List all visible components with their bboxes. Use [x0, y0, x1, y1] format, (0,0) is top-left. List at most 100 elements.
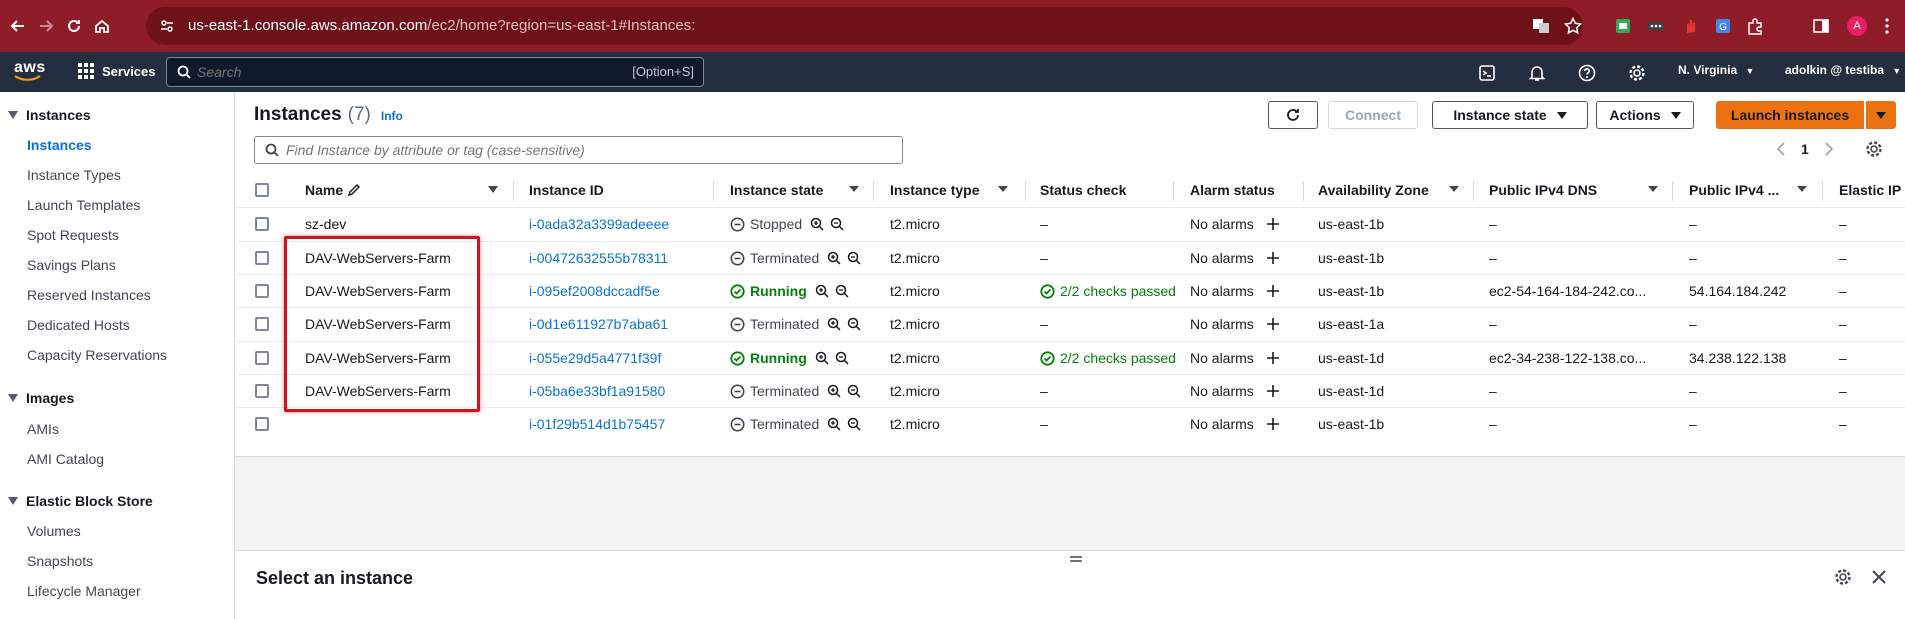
- sidebar-item-amis[interactable]: AMIs: [27, 421, 59, 437]
- sidebar-item-volumes[interactable]: Volumes: [27, 523, 81, 539]
- sidebar-section-images[interactable]: Images: [8, 390, 74, 406]
- bookmark-star-icon[interactable]: [1562, 15, 1584, 37]
- table-row[interactable]: i-01f29b514d1b75457 Terminated t2.micro – No…: [235, 407, 1905, 440]
- sidebar-item-instances[interactable]: Instances: [27, 137, 92, 153]
- zoom-in-filter-icon[interactable]: [815, 351, 829, 365]
- zoom-in-filter-icon[interactable]: [827, 251, 841, 265]
- sidebar-item-instance-types[interactable]: Instance Types: [27, 167, 121, 183]
- region-selector[interactable]: N. Virginia ▼: [1678, 63, 1754, 77]
- extension-hand-icon[interactable]: [1680, 15, 1702, 37]
- sidebar-item-launch-templates[interactable]: Launch Templates: [27, 197, 140, 213]
- instance-id-link[interactable]: i-0d1e611927b7aba61: [529, 316, 668, 332]
- column-header-instance-type[interactable]: Instance type: [890, 174, 979, 206]
- sort-caret-icon[interactable]: [1797, 186, 1807, 192]
- column-header-instance-state[interactable]: Instance state: [730, 174, 823, 206]
- zoom-in-filter-icon[interactable]: [810, 217, 824, 231]
- column-header-alarm-status[interactable]: Alarm status: [1190, 174, 1275, 206]
- launch-instances-button[interactable]: Launch instances: [1716, 101, 1864, 129]
- instance-id-link[interactable]: i-055e29d5a4771f39f: [529, 350, 661, 366]
- extensions-puzzle-icon[interactable]: [1744, 15, 1766, 37]
- services-button[interactable]: Services: [78, 63, 156, 79]
- select-all-checkbox[interactable]: [255, 183, 269, 197]
- zoom-out-filter-icon[interactable]: [835, 351, 849, 365]
- instance-id-link[interactable]: i-095ef2008dccadf5e: [529, 283, 660, 299]
- instance-id-link[interactable]: i-05ba6e33bf1a91580: [529, 383, 665, 399]
- extension-translate-icon[interactable]: G: [1712, 15, 1734, 37]
- zoom-out-filter-icon[interactable]: [847, 251, 861, 265]
- chevron-right-icon[interactable]: [1823, 142, 1835, 156]
- global-search-input[interactable]: [197, 64, 597, 80]
- extension-dots-icon[interactable]: [1645, 15, 1667, 37]
- instance-filter[interactable]: [254, 136, 903, 164]
- zoom-out-filter-icon[interactable]: [830, 217, 844, 231]
- page-number[interactable]: 1: [1801, 141, 1809, 157]
- row-checkbox[interactable]: [255, 351, 269, 365]
- site-info-icon[interactable]: [158, 17, 176, 35]
- add-alarm-icon[interactable]: [1266, 317, 1280, 331]
- table-row[interactable]: sz-dev i-0ada32a3399adeeee Stopped t2.micro…: [235, 207, 1905, 240]
- home-icon[interactable]: [90, 14, 114, 38]
- zoom-in-filter-icon[interactable]: [827, 384, 841, 398]
- sidebar-item-capacity-reservations[interactable]: Capacity Reservations: [27, 347, 167, 363]
- row-checkbox[interactable]: [255, 384, 269, 398]
- sidebar-item-dedicated-hosts[interactable]: Dedicated Hosts: [27, 317, 130, 333]
- refresh-button[interactable]: [1268, 101, 1318, 129]
- table-row[interactable]: DAV-WebServers-Farm i-055e29d5a4771f39f Ru…: [235, 341, 1905, 374]
- sidebar-item-spot-requests[interactable]: Spot Requests: [27, 227, 119, 243]
- sidebar-item-snapshots[interactable]: Snapshots: [27, 553, 93, 569]
- zoom-in-filter-icon[interactable]: [827, 317, 841, 331]
- help-icon[interactable]: [1576, 62, 1598, 84]
- settings-gear-icon[interactable]: [1626, 62, 1648, 84]
- column-header-instance-id[interactable]: Instance ID: [529, 174, 604, 206]
- sort-caret-icon[interactable]: [1449, 186, 1459, 192]
- sidebar-item-lifecycle-manager[interactable]: Lifecycle Manager: [27, 583, 141, 599]
- instance-id-link[interactable]: i-00472632555b78311: [529, 250, 668, 266]
- launch-instances-dropdown[interactable]: [1866, 101, 1896, 129]
- column-header-name[interactable]: Name: [305, 174, 361, 206]
- global-search[interactable]: [Option+S]: [166, 57, 704, 87]
- row-checkbox[interactable]: [255, 284, 269, 298]
- close-icon[interactable]: [1871, 569, 1887, 585]
- sidebar-item-savings-plans[interactable]: Savings Plans: [27, 257, 116, 273]
- chevron-left-icon[interactable]: [1775, 142, 1787, 156]
- table-row[interactable]: DAV-WebServers-Farm i-0d1e611927b7aba61 Te…: [235, 307, 1905, 340]
- add-alarm-icon[interactable]: [1266, 384, 1280, 398]
- sidebar-section-instances[interactable]: Instances: [8, 107, 91, 123]
- account-menu[interactable]: adolkin @ testiba ▼: [1785, 63, 1901, 77]
- add-alarm-icon[interactable]: [1266, 351, 1280, 365]
- extension-sheets-icon[interactable]: [1612, 15, 1634, 37]
- aws-logo[interactable]: aws: [14, 59, 46, 81]
- instance-filter-input[interactable]: [286, 142, 866, 158]
- zoom-out-filter-icon[interactable]: [847, 417, 861, 431]
- add-alarm-icon[interactable]: [1266, 251, 1280, 265]
- sort-caret-icon[interactable]: [998, 186, 1008, 192]
- table-preferences-gear-icon[interactable]: [1865, 140, 1883, 158]
- instance-id-link[interactable]: i-0ada32a3399adeeee: [529, 216, 669, 232]
- info-link[interactable]: Info: [381, 109, 403, 123]
- table-row[interactable]: DAV-WebServers-Farm i-095ef2008dccadf5e Ru…: [235, 274, 1905, 307]
- row-checkbox[interactable]: [255, 417, 269, 431]
- sort-caret-icon[interactable]: [1648, 186, 1658, 192]
- connect-button[interactable]: Connect: [1328, 101, 1418, 129]
- zoom-out-filter-icon[interactable]: [847, 317, 861, 331]
- table-row[interactable]: DAV-WebServers-Farm i-05ba6e33bf1a91580 Te…: [235, 374, 1905, 407]
- zoom-in-filter-icon[interactable]: [827, 417, 841, 431]
- back-icon[interactable]: [6, 14, 30, 38]
- zoom-out-filter-icon[interactable]: [847, 384, 861, 398]
- row-checkbox[interactable]: [255, 251, 269, 265]
- instance-id-link[interactable]: i-01f29b514d1b75457: [529, 416, 665, 432]
- row-checkbox[interactable]: [255, 217, 269, 231]
- column-header-status-check[interactable]: Status check: [1040, 174, 1126, 206]
- sort-caret-icon[interactable]: [488, 186, 498, 193]
- column-header-availability-zone[interactable]: Availability Zone: [1318, 174, 1429, 206]
- split-panel-drag-handle[interactable]: [1069, 555, 1083, 563]
- zoom-in-filter-icon[interactable]: [815, 284, 829, 298]
- actions-button[interactable]: Actions: [1596, 101, 1694, 129]
- row-checkbox[interactable]: [255, 317, 269, 331]
- browser-menu-icon[interactable]: [1876, 15, 1898, 37]
- notifications-bell-icon[interactable]: [1526, 62, 1548, 84]
- translate-icon[interactable]: [1530, 15, 1552, 37]
- sort-caret-icon[interactable]: [849, 186, 859, 192]
- reload-icon[interactable]: [62, 14, 86, 38]
- forward-icon[interactable]: [34, 14, 58, 38]
